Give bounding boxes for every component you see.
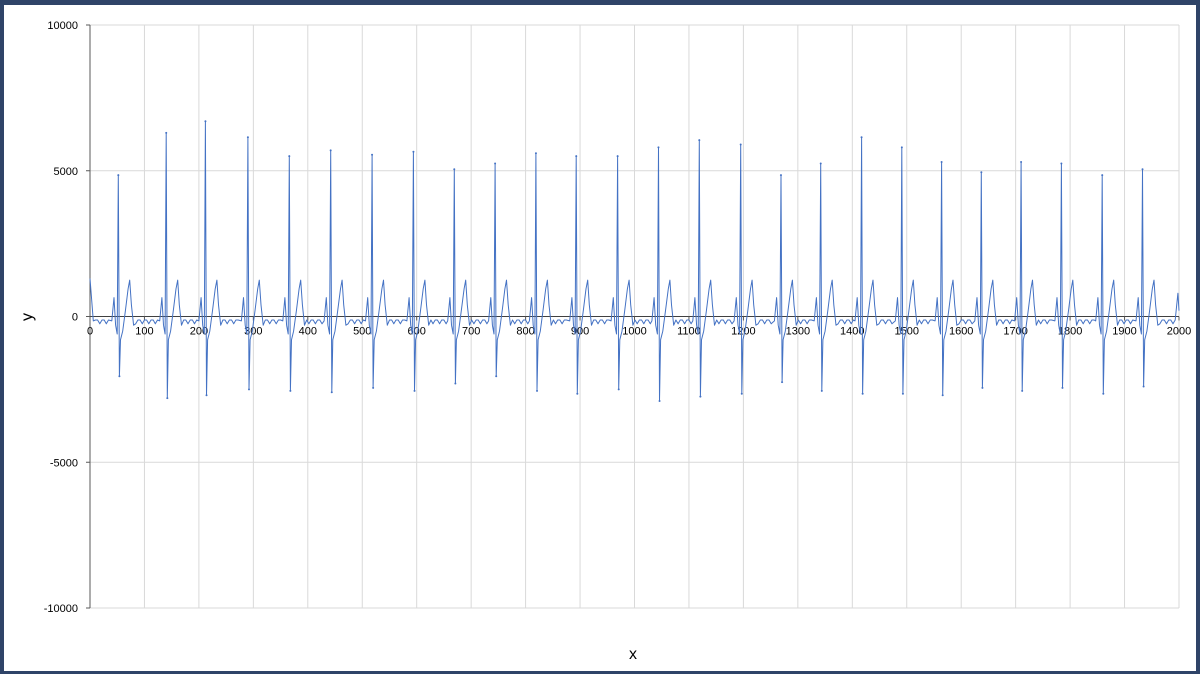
beat-trough-point bbox=[981, 386, 984, 389]
beat-trough-point bbox=[1021, 389, 1024, 392]
beat-peak-point bbox=[1101, 174, 1104, 177]
beat-peak-point bbox=[288, 155, 291, 158]
y-tick-label: -10000 bbox=[44, 603, 78, 615]
beat-peak-point bbox=[900, 146, 903, 149]
beat-peak-point bbox=[616, 155, 619, 158]
beat-trough-point bbox=[166, 397, 169, 400]
beat-peak-point bbox=[204, 120, 207, 123]
x-tick-label: 500 bbox=[353, 326, 371, 338]
beat-trough-point bbox=[699, 395, 702, 398]
beat-trough-point bbox=[861, 392, 864, 395]
beat-trough-point bbox=[1142, 385, 1145, 388]
beat-peak-point bbox=[534, 152, 537, 155]
beat-trough-point bbox=[617, 388, 620, 391]
y-tick-label: 5000 bbox=[54, 166, 78, 178]
beat-trough-point bbox=[658, 400, 661, 403]
line-chart: 0 100 200 300 400 500 600 700 800 900 1000 1100 1200… bbox=[19, 20, 1192, 663]
beat-peak-point bbox=[453, 168, 456, 171]
beat-peak-point bbox=[698, 139, 701, 142]
beat-peak-point bbox=[1060, 162, 1063, 165]
beat-peak-point bbox=[739, 143, 742, 146]
x-tick-label: 400 bbox=[299, 326, 317, 338]
x-tick-label: 1800 bbox=[1058, 326, 1082, 338]
y-axis-title: y bbox=[19, 313, 36, 321]
beat-peak-point bbox=[779, 174, 782, 177]
beat-peak-point bbox=[329, 149, 332, 152]
beat-peak-point bbox=[575, 155, 578, 158]
beat-peak-point bbox=[494, 162, 497, 165]
x-tick-label: 2000 bbox=[1167, 326, 1191, 338]
beat-trough-point bbox=[118, 375, 121, 378]
beat-peak-point bbox=[1141, 168, 1144, 171]
beat-peak-point bbox=[246, 136, 249, 139]
beat-trough-point bbox=[247, 388, 250, 391]
beat-peak-point bbox=[412, 150, 415, 153]
x-tick-label: 1900 bbox=[1112, 326, 1136, 338]
beat-trough-point bbox=[372, 386, 375, 389]
x-tick-label: 1000 bbox=[622, 326, 646, 338]
beat-trough-point bbox=[740, 392, 743, 395]
y-tick-label: 0 bbox=[72, 312, 78, 324]
beat-peak-point bbox=[371, 153, 374, 156]
x-tick-label: 1300 bbox=[786, 326, 810, 338]
beat-trough-point bbox=[413, 389, 416, 392]
beat-trough-point bbox=[576, 392, 579, 395]
beat-peak-point bbox=[165, 131, 168, 134]
beat-trough-point bbox=[781, 381, 784, 384]
beat-peak-point bbox=[819, 162, 822, 165]
beat-peak-point bbox=[980, 171, 983, 174]
tick-labels: 0 100 200 300 400 500 600 700 800 900 1000 1100 1200… bbox=[44, 20, 1192, 615]
beat-trough-point bbox=[941, 394, 944, 397]
y-tick-label: 10000 bbox=[47, 20, 78, 32]
beat-peak-point bbox=[117, 174, 120, 177]
x-tick-label: 0 bbox=[87, 326, 93, 338]
x-axis-title: x bbox=[629, 646, 637, 663]
beat-trough-point bbox=[495, 375, 498, 378]
x-tick-label: 700 bbox=[462, 326, 480, 338]
x-tick-label: 200 bbox=[190, 326, 208, 338]
beat-trough-point bbox=[1102, 392, 1105, 395]
beat-trough-point bbox=[901, 392, 904, 395]
beat-peak-point bbox=[940, 161, 943, 164]
x-tick-label: 1600 bbox=[949, 326, 973, 338]
beat-trough-point bbox=[205, 394, 208, 397]
x-tick-label: 800 bbox=[516, 326, 534, 338]
beat-trough-point bbox=[330, 391, 333, 394]
beat-peak-point bbox=[860, 136, 863, 139]
beat-trough-point bbox=[820, 389, 823, 392]
beat-peak-point bbox=[657, 146, 660, 149]
chart-frame: 0 100 200 300 400 500 600 700 800 900 1000 1100 1200… bbox=[4, 5, 1196, 671]
beat-trough-point bbox=[536, 389, 539, 392]
beat-trough-point bbox=[1061, 386, 1064, 389]
beat-trough-point bbox=[289, 389, 292, 392]
beat-peak-point bbox=[1020, 161, 1023, 164]
y-tick-label: -5000 bbox=[50, 457, 78, 469]
beat-trough-point bbox=[454, 382, 457, 385]
x-tick-label: 100 bbox=[135, 326, 153, 338]
